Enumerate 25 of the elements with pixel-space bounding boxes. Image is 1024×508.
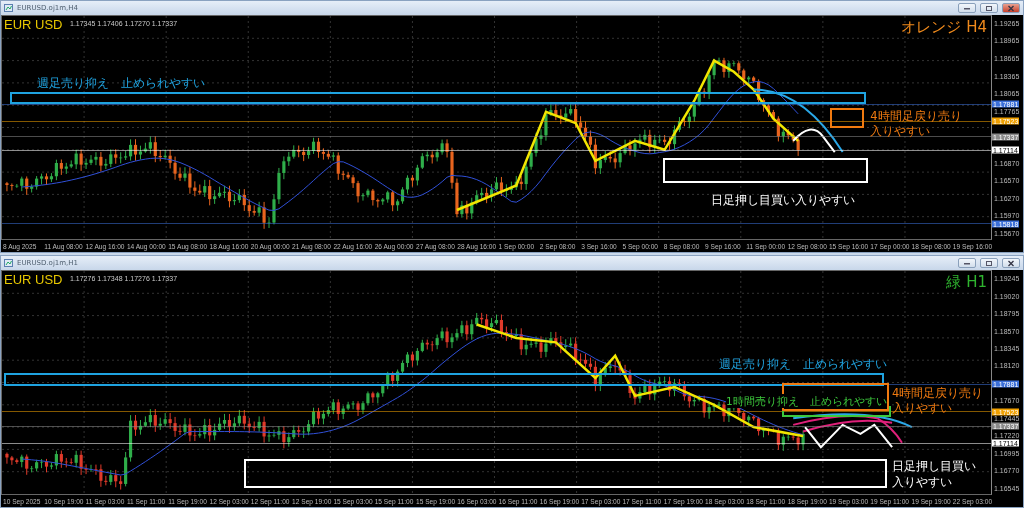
minimize-button[interactable] xyxy=(958,3,976,13)
annotation-text: 4時間足戻り売り 入りやすい xyxy=(892,385,984,417)
minimize-icon xyxy=(963,261,971,265)
annotation-text: 週足売り抑え 止められやすい xyxy=(36,76,205,92)
minimize-button[interactable] xyxy=(958,258,976,268)
annotation-text: 日足押し目買い入りやすい xyxy=(711,193,856,209)
close-icon xyxy=(1007,259,1015,267)
maximize-icon xyxy=(985,4,993,12)
close-button[interactable] xyxy=(1002,258,1020,268)
close-icon xyxy=(1007,4,1015,12)
minimize-icon xyxy=(963,6,971,10)
window-icon xyxy=(4,4,13,12)
annotation-text: 週足売り抑え 止められやすい xyxy=(719,356,887,373)
maximize-button[interactable] xyxy=(980,258,998,268)
timeframe-label: オレンジ H4 xyxy=(901,18,987,37)
timeframe-label: 緑 H1 xyxy=(946,273,987,292)
symbol-label: EUR USD xyxy=(4,272,63,287)
annotation-text: 日足押し目買い 入りやすい xyxy=(892,459,977,491)
close-button[interactable] xyxy=(1002,3,1020,13)
maximize-icon xyxy=(985,259,993,267)
annotation-text: 4時間足戻り売り 入りやすい xyxy=(870,108,962,140)
window-icon xyxy=(4,259,13,267)
maximize-button[interactable] xyxy=(980,3,998,13)
annotation-text: 1時間売り抑え 止められやすい xyxy=(725,394,887,409)
symbol-label: EUR USD xyxy=(4,17,63,32)
